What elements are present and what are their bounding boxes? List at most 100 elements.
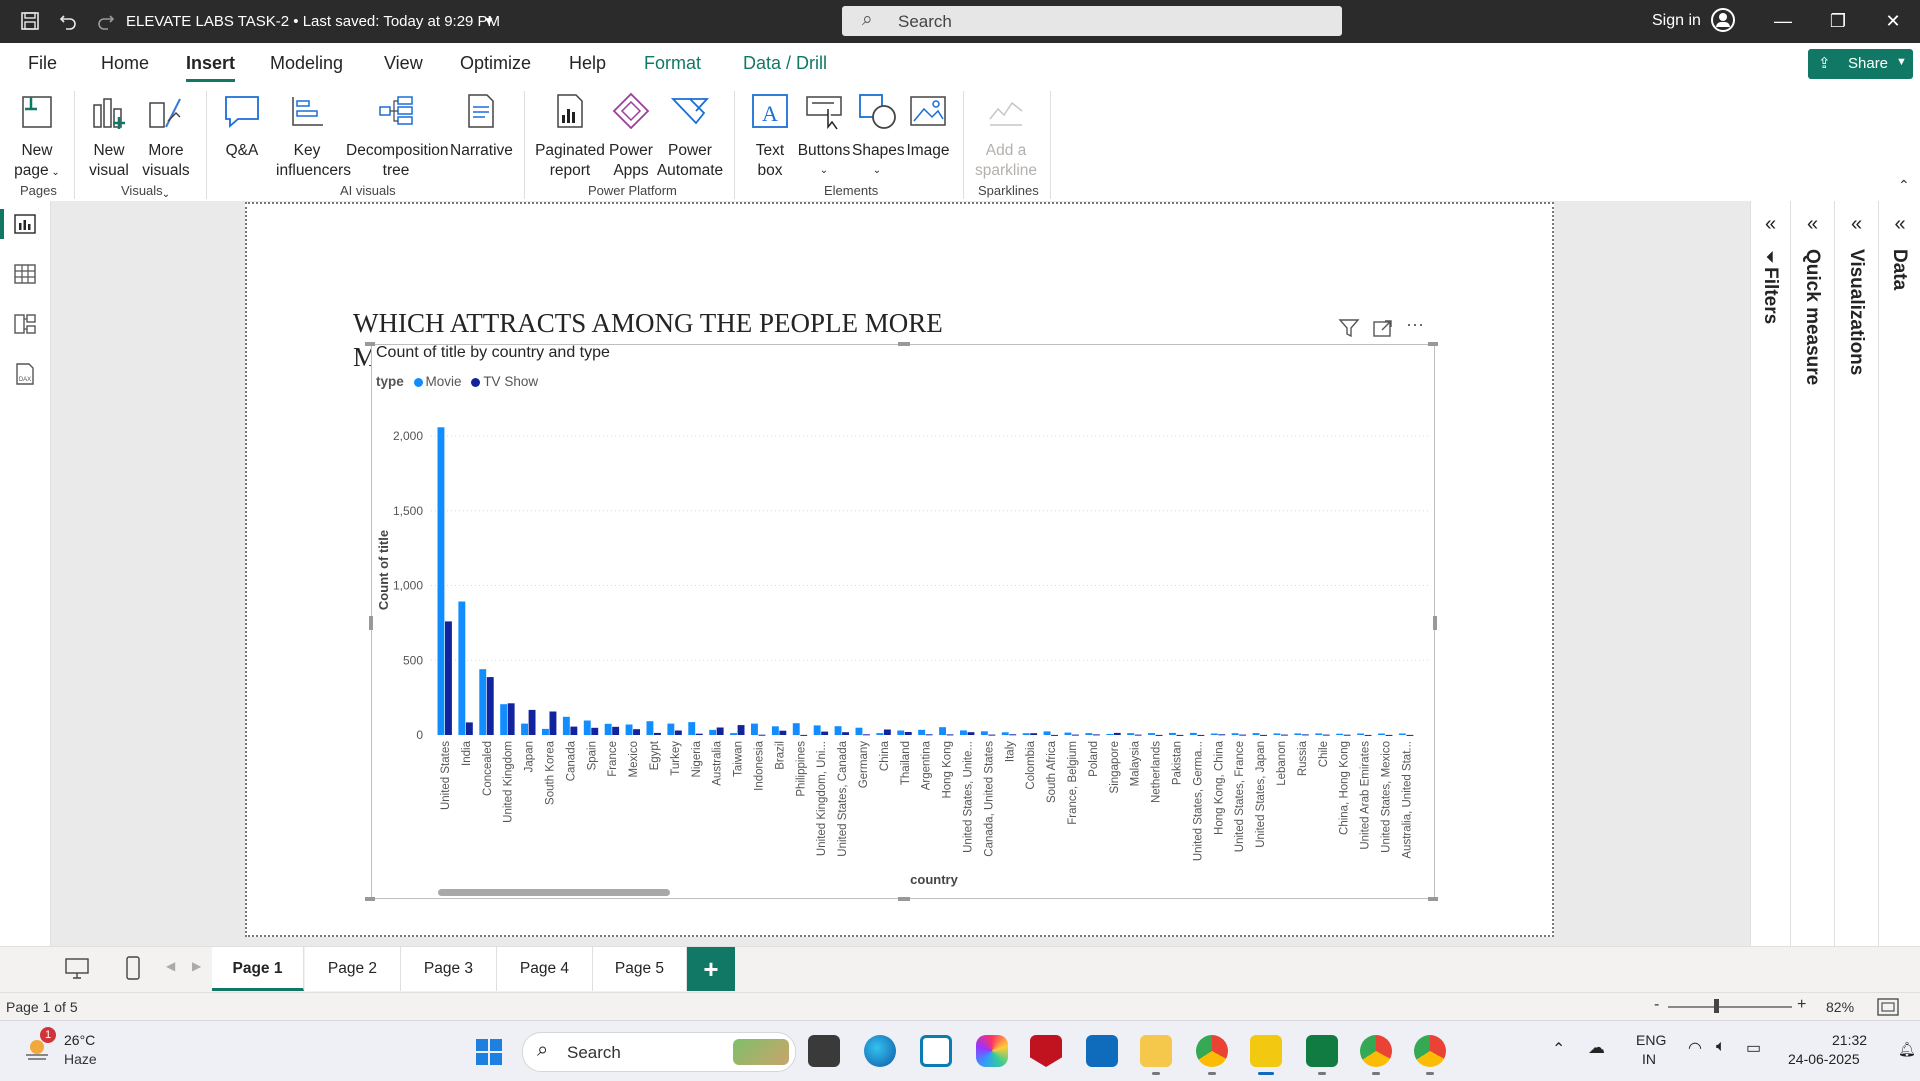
- focus-mode-icon[interactable]: [1372, 318, 1394, 338]
- bar-movie[interactable]: [1064, 732, 1072, 735]
- text-box-button[interactable]: A Text box: [746, 91, 794, 181]
- file-explorer-icon[interactable]: [1140, 1035, 1172, 1067]
- bar-tv-show[interactable]: [528, 709, 536, 735]
- start-button-icon[interactable]: [474, 1037, 504, 1067]
- bar-tv-show[interactable]: [1197, 734, 1205, 736]
- resize-handle[interactable]: [1428, 897, 1438, 901]
- narrative-button[interactable]: Narrative: [450, 91, 513, 161]
- chrome-icon[interactable]: [1196, 1035, 1228, 1067]
- legend-item-tv-show[interactable]: TV Show: [483, 374, 538, 389]
- bar-movie[interactable]: [876, 733, 884, 735]
- minimize-icon[interactable]: —: [1761, 6, 1805, 36]
- bar-movie[interactable]: [1043, 731, 1051, 735]
- bar-tv-show[interactable]: [1113, 732, 1121, 735]
- restore-icon[interactable]: ❐: [1816, 6, 1860, 36]
- wifi-icon[interactable]: ◠: [1688, 1038, 1702, 1058]
- share-button[interactable]: ⇪ Share ▼: [1808, 49, 1913, 79]
- bar-tv-show[interactable]: [800, 734, 808, 736]
- bar-movie[interactable]: [855, 727, 863, 735]
- bar-tv-show[interactable]: [1155, 734, 1163, 736]
- bar-movie[interactable]: [1398, 733, 1406, 736]
- bar-tv-show[interactable]: [1406, 734, 1414, 736]
- bar-tv-show[interactable]: [988, 734, 996, 736]
- bar-tv-show[interactable]: [967, 732, 975, 735]
- app-icon[interactable]: [920, 1035, 952, 1067]
- data-pane[interactable]: « Data: [1878, 201, 1920, 946]
- bar-movie[interactable]: [500, 704, 508, 735]
- bar-tv-show[interactable]: [1051, 734, 1058, 736]
- close-icon[interactable]: ✕: [1871, 6, 1915, 36]
- bar-tv-show[interactable]: [883, 729, 891, 736]
- bar-tv-show[interactable]: [1134, 734, 1142, 736]
- tab-format[interactable]: Format: [644, 53, 701, 74]
- bar-tv-show[interactable]: [549, 711, 557, 736]
- bar-movie[interactable]: [960, 730, 967, 735]
- bar-movie[interactable]: [458, 601, 466, 736]
- bar-movie[interactable]: [646, 721, 654, 735]
- mobile-layout-icon[interactable]: [124, 955, 142, 981]
- legend-item-movie[interactable]: Movie: [426, 374, 462, 389]
- bar-movie[interactable]: [479, 669, 487, 735]
- page-tab-4[interactable]: Page 4: [497, 947, 593, 991]
- bar-movie[interactable]: [813, 725, 821, 735]
- bar-tv-show[interactable]: [1092, 734, 1100, 736]
- dax-query-view-icon[interactable]: DAX: [12, 361, 38, 387]
- bar-movie[interactable]: [918, 729, 926, 735]
- tab-home[interactable]: Home: [101, 53, 149, 74]
- bar-movie[interactable]: [1336, 733, 1344, 735]
- next-page-icon[interactable]: ▶: [192, 959, 201, 973]
- table-view-icon[interactable]: [12, 261, 38, 287]
- bar-tv-show[interactable]: [716, 727, 724, 736]
- bar-tv-show[interactable]: [737, 725, 745, 735]
- tab-help[interactable]: Help: [569, 53, 606, 74]
- bar-tv-show[interactable]: [507, 703, 515, 735]
- undo-icon[interactable]: [55, 8, 81, 34]
- bar-tv-show[interactable]: [1301, 734, 1309, 736]
- tab-view[interactable]: View: [384, 53, 423, 74]
- bar-tv-show[interactable]: [1009, 734, 1017, 736]
- bar-movie[interactable]: [1106, 734, 1114, 735]
- sign-in-link[interactable]: Sign in: [1652, 12, 1701, 30]
- weather-description[interactable]: Haze: [64, 1051, 97, 1067]
- bar-movie[interactable]: [792, 723, 800, 735]
- bar-tv-show[interactable]: [1385, 734, 1393, 736]
- expand-quick-measure-chevron-icon[interactable]: «: [1791, 213, 1834, 236]
- bar-tv-show[interactable]: [842, 732, 849, 735]
- resize-handle[interactable]: [898, 342, 910, 346]
- filters-pane[interactable]: « ⏷ Filters: [1750, 201, 1790, 946]
- bar-tv-show[interactable]: [821, 731, 829, 735]
- expand-filters-chevron-icon[interactable]: «: [1751, 213, 1790, 236]
- report-heading[interactable]: WHICH ATTRACTS AMONG THE PEOPLE MORE: [353, 308, 943, 339]
- bar-movie[interactable]: [583, 720, 591, 736]
- outlook-icon[interactable]: [1086, 1035, 1118, 1067]
- bar-tv-show[interactable]: [591, 727, 599, 735]
- account-avatar-icon[interactable]: [1711, 8, 1735, 32]
- new-visual-button[interactable]: New visual: [84, 91, 134, 181]
- bar-tv-show[interactable]: [925, 734, 933, 736]
- page-tab-2[interactable]: Page 2: [305, 947, 401, 991]
- add-page-button[interactable]: +: [687, 947, 735, 991]
- zoom-out-icon[interactable]: -: [1654, 996, 1659, 1014]
- bar-tv-show[interactable]: [1343, 734, 1351, 736]
- mcafee-icon[interactable]: [1030, 1035, 1062, 1067]
- weather-widget[interactable]: 1: [22, 1027, 56, 1065]
- chart-horizontal-scrollbar[interactable]: [438, 889, 670, 896]
- zoom-slider-thumb[interactable]: [1714, 999, 1719, 1013]
- bar-movie[interactable]: [709, 729, 717, 735]
- tab-data-drill[interactable]: Data / Drill: [743, 53, 827, 74]
- bar-tv-show[interactable]: [1260, 734, 1267, 736]
- power-apps-button[interactable]: Power Apps: [608, 91, 654, 181]
- bar-movie[interactable]: [1315, 733, 1323, 735]
- zoom-in-icon[interactable]: +: [1797, 996, 1806, 1014]
- bar-tv-show[interactable]: [465, 722, 473, 735]
- bar-tv-show[interactable]: [758, 734, 766, 736]
- bar-movie[interactable]: [1273, 733, 1281, 735]
- bar-movie[interactable]: [667, 723, 675, 735]
- task-view-icon[interactable]: [808, 1035, 840, 1067]
- more-options-icon[interactable]: ···: [1406, 314, 1424, 335]
- copilot-icon[interactable]: [976, 1035, 1008, 1067]
- filter-icon[interactable]: [1338, 318, 1360, 338]
- taskbar-search-box[interactable]: ⌕ Search: [522, 1032, 796, 1072]
- expand-visualizations-chevron-icon[interactable]: «: [1835, 213, 1878, 236]
- bar-movie[interactable]: [980, 731, 988, 735]
